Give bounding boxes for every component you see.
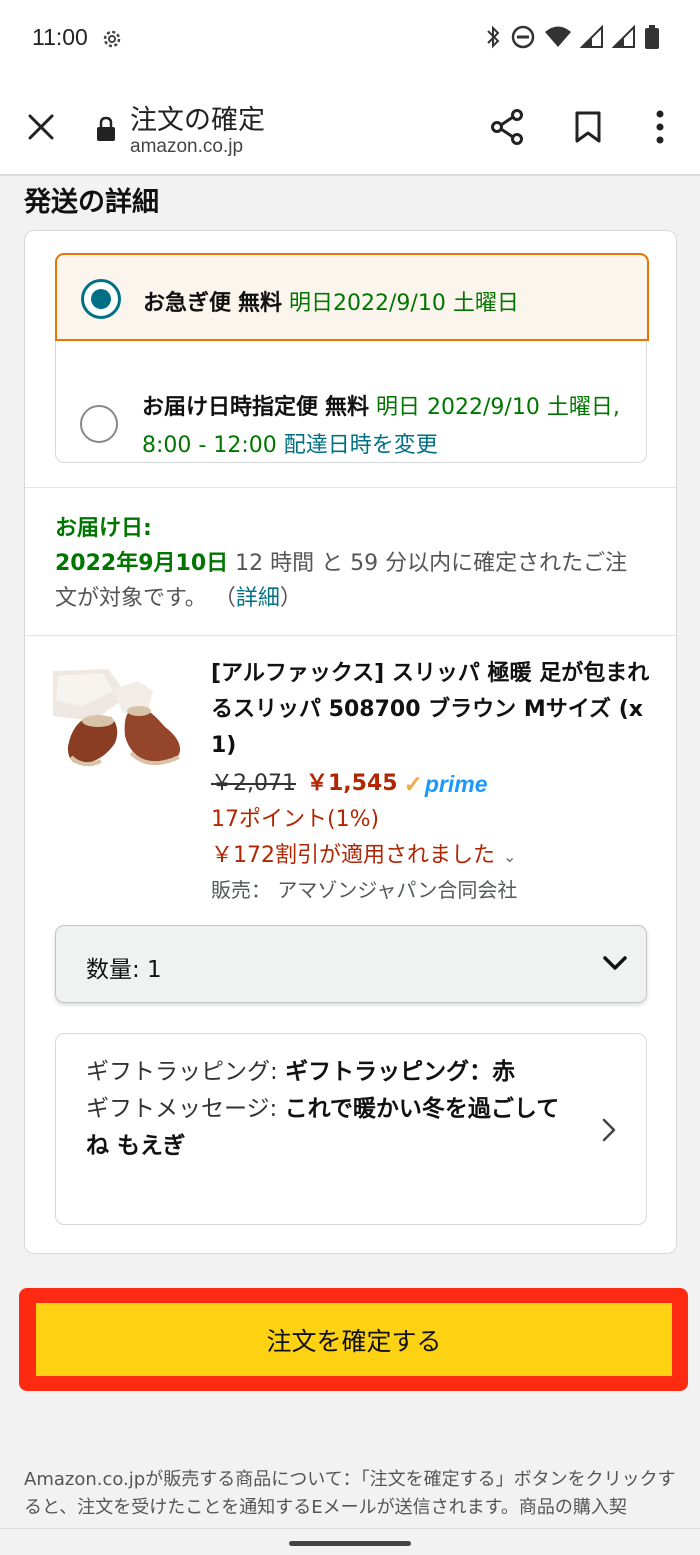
product-points: 17ポイント(1%) — [211, 807, 380, 832]
more-menu-icon[interactable] — [652, 110, 668, 144]
radio-unselected[interactable] — [80, 405, 118, 443]
status-icons — [484, 24, 660, 50]
gift-wrapping-label: ギフトラッピング: — [86, 1059, 278, 1085]
gift-text: ギフトラッピング: ギフトラッピング：赤 ギフトメッセージ: これで暖かい冬を過… — [86, 1054, 576, 1165]
shipping-options: お急ぎ便 無料 明日2022/9/10 土曜日 お届け日時指定便 無料 明日 2… — [55, 253, 649, 465]
page-title: 注文の確定 — [130, 105, 265, 136]
chevron-down-icon — [603, 956, 627, 970]
prime-label: prime — [424, 771, 488, 797]
status-bar: 11:00 — [0, 0, 700, 78]
bookmark-icon[interactable] — [574, 111, 602, 143]
confirm-order-button[interactable]: 注文を確定する — [36, 1303, 672, 1376]
gift-wrapping-value: ギフトラッピング：赤 — [285, 1059, 516, 1085]
discount-text: ￥172割引が適用されました — [211, 843, 495, 868]
delivery-details-open: （ — [213, 586, 236, 611]
gift-options[interactable]: ギフトラッピング: ギフトラッピング：赤 ギフトメッセージ: これで暖かい冬を過… — [55, 1033, 647, 1225]
shipping-details-card: お急ぎ便 無料 明日2022/9/10 土曜日 お届け日時指定便 無料 明日 2… — [24, 230, 677, 1254]
battery-icon — [645, 25, 659, 49]
chevron-down-icon[interactable]: ⌄ — [503, 847, 516, 866]
page-url[interactable]: amazon.co.jp — [130, 136, 243, 158]
original-price: ￥2,071 — [211, 771, 296, 796]
divider — [25, 635, 676, 636]
product-prices: ￥2,071 ￥1,545 ✓ prime — [211, 766, 651, 802]
delivery-info: お届け日: 2022年9月10日 12 時間 と 59 分以内に確定されたご注文… — [55, 511, 645, 616]
shipping-option-scheduled-text: お届け日時指定便 無料 明日 2022/9/10 土曜日, 8:00 - 12:… — [142, 389, 632, 465]
signal-icon-2 — [612, 25, 635, 48]
lock-icon — [97, 116, 115, 141]
shipping-option-express-text: お急ぎ便 無料 明日2022/9/10 土曜日 — [143, 285, 519, 317]
current-price: ￥1,545 — [305, 771, 398, 796]
product-discount[interactable]: ￥172割引が適用されました ⌄ — [211, 838, 651, 875]
shipping-option-price: 無料 — [325, 395, 370, 420]
product-title[interactable]: [アルファックス] スリッパ 極暖 足が包まれるスリッパ 508700 ブラウン… — [211, 656, 651, 764]
product-seller: 販売： アマゾンジャパン合同会社 — [211, 878, 518, 902]
prime-check-icon: ✓ — [403, 771, 423, 797]
shipping-option-name: お届け日時指定便 — [142, 395, 319, 420]
product-info: [アルファックス] スリッパ 極暖 足が包まれるスリッパ 508700 ブラウン… — [211, 656, 651, 905]
gesture-handle[interactable] — [289, 1541, 411, 1546]
do-not-disturb-icon — [511, 25, 535, 49]
delivery-date: 2022年9月10日 — [55, 551, 229, 576]
section-title: 発送の詳細 — [24, 187, 159, 218]
navigation-bar — [0, 1528, 700, 1555]
delivery-details-close: ） — [279, 586, 302, 611]
quantity-label: 数量: 1 — [86, 957, 162, 983]
signal-icon — [580, 25, 603, 48]
chevron-right-icon — [602, 1118, 616, 1142]
settings-gear-icon — [103, 30, 121, 48]
quantity-dropdown[interactable]: 数量: 1 — [55, 925, 647, 1003]
divider — [25, 487, 676, 488]
shipping-option-price: 無料 — [238, 291, 283, 316]
shipping-option-name: お急ぎ便 — [143, 291, 232, 316]
delivery-label: お届け日: — [55, 516, 152, 541]
prime-badge: ✓ prime — [404, 766, 488, 802]
share-icon[interactable] — [490, 109, 524, 145]
product-image[interactable] — [53, 661, 185, 781]
footer-note: Amazon.co.jpが販売する商品について：「注文を確定する」ボタンをクリッ… — [24, 1469, 676, 1518]
close-icon[interactable] — [26, 112, 56, 142]
status-time: 11:00 — [32, 24, 88, 50]
bluetooth-icon — [487, 25, 500, 49]
delivery-details-link[interactable]: 詳細 — [236, 586, 280, 611]
browser-toolbar: 注文の確定 amazon.co.jp — [0, 78, 700, 176]
change-delivery-time-link[interactable]: 配達日時を変更 — [284, 433, 438, 458]
radio-selected[interactable] — [81, 279, 121, 319]
shipping-option-express[interactable]: お急ぎ便 無料 明日2022/9/10 土曜日 — [55, 253, 649, 341]
shipping-option-date: 明日2022/9/10 土曜日 — [289, 291, 519, 316]
gift-message-label: ギフトメッセージ: — [86, 1096, 278, 1122]
wifi-icon — [545, 26, 571, 47]
